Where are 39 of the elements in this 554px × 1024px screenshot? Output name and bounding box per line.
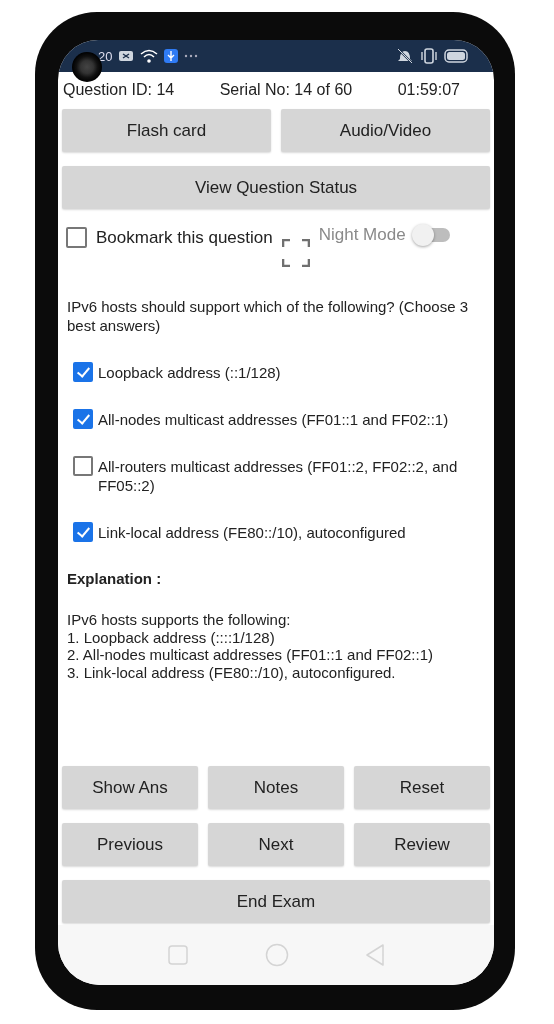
explanation-line: 1. Loopback address (::::1/128) [67, 628, 276, 646]
status-button[interactable]: View Question Status [62, 166, 490, 209]
more-icon [184, 53, 199, 59]
action-button[interactable]: Show Ans [62, 766, 198, 809]
action-button[interactable]: Next [208, 823, 344, 866]
serial-number: Serial No: 14 of 60 [219, 81, 353, 99]
answer-checkbox[interactable] [73, 522, 93, 542]
question-text: IPv6 hosts should support which of the following? (Choose 3 best answers) [67, 297, 470, 335]
answer-checkbox[interactable] [73, 362, 93, 382]
answer-option: All-nodes multicast addresses (FF01::1 and FF02::1) [98, 410, 449, 429]
answer-checkbox[interactable] [73, 456, 93, 476]
mute-icon [396, 47, 414, 65]
status-time: 20 [98, 48, 113, 64]
usb-icon [164, 49, 179, 63]
timer: 01:59:07 [397, 81, 460, 99]
answer-option: Link-local address (FE80::/10), autoconfigured [98, 523, 406, 542]
fullscreen-icon[interactable] [281, 239, 310, 267]
action-button[interactable]: Flash card [62, 109, 271, 152]
vibrate-icon [420, 47, 438, 65]
explanation-line: 2. All-nodes multicast addresses (FF01::1 and FF02::1) [67, 646, 434, 664]
wifi-icon [140, 49, 159, 63]
action-button[interactable]: End Exam [62, 880, 490, 923]
explanation-line: IPv6 hosts supports the following: [67, 611, 292, 629]
action-button[interactable]: Previous [62, 823, 198, 866]
action-button[interactable]: Audio/Video [281, 109, 490, 152]
answer-checkbox[interactable] [73, 409, 93, 429]
battery-icon [444, 49, 470, 63]
explanation-line: 3. Link-local address (FE80::/10), autoconfigured. [67, 663, 397, 681]
night-mode-label: Night Mode [318, 225, 406, 245]
action-button[interactable]: Reset [354, 766, 490, 809]
action-button[interactable]: Notes [208, 766, 344, 809]
action-button[interactable]: Review [354, 823, 490, 866]
bookmark-checkbox[interactable] [66, 227, 87, 248]
bookmark-label: Bookmark this question [96, 227, 273, 248]
question-id: Question ID: 14 [63, 81, 175, 99]
answer-option: All-routers multicast addresses (FF01::2, FF02::2, and FF05::2) [98, 457, 490, 495]
notification-icon [118, 49, 135, 63]
explanation-heading: Explanation : [67, 570, 163, 587]
answer-option: Loopback address (::1/128) [98, 363, 281, 382]
